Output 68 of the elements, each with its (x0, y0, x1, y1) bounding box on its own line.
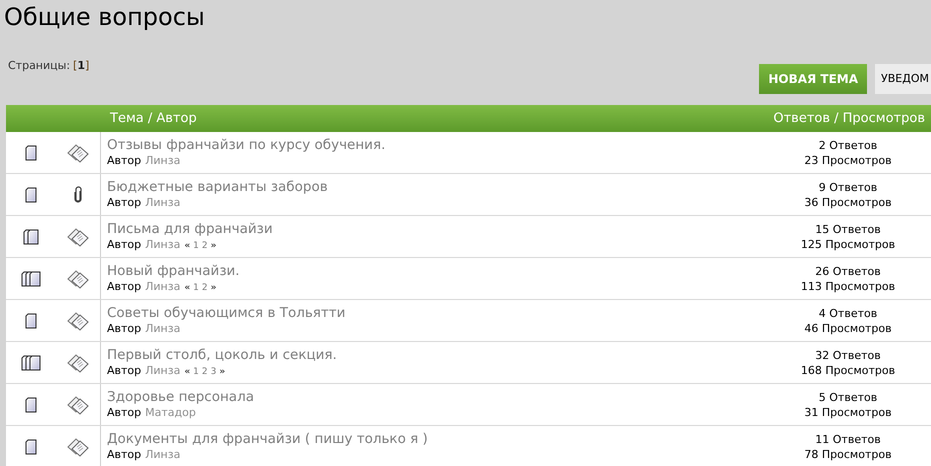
view-count: 113 Просмотров (800, 278, 896, 294)
view-count: 125 Просмотров (800, 236, 896, 252)
page-link[interactable]: 1 (193, 364, 199, 378)
topic-link[interactable]: Письма для франчайзи (107, 220, 273, 238)
page-link[interactable]: 2 (202, 280, 208, 294)
reply-count: 32 Ответов (815, 348, 881, 362)
reply-count: 2 Ответов (818, 138, 878, 152)
document-icon (21, 354, 41, 370)
author-label: Автор (107, 448, 142, 462)
reply-count: 26 Ответов (815, 264, 881, 278)
page-link[interactable]: » (210, 238, 216, 252)
topic-link[interactable]: Новый франчайзи. (107, 262, 240, 280)
document-icon (23, 228, 39, 244)
document-icon (25, 312, 37, 328)
page-link[interactable]: » (210, 280, 216, 294)
page-link[interactable]: [1] (73, 58, 90, 74)
author-link[interactable]: Линза (145, 364, 180, 378)
author-link[interactable]: Линза (145, 238, 180, 252)
author-label: Автор (107, 280, 142, 294)
document-icon (21, 270, 41, 286)
author-link[interactable]: Линза (145, 280, 180, 294)
author-link[interactable]: Линза (145, 154, 180, 168)
document-icon (25, 438, 37, 454)
author-label: Автор (107, 364, 142, 378)
author-link[interactable]: Линза (145, 448, 180, 462)
page-link[interactable]: « (184, 280, 190, 294)
view-count: 46 Просмотров (804, 320, 892, 336)
author-link[interactable]: Линза (145, 322, 180, 336)
document-icon (25, 186, 37, 202)
document-icon (25, 396, 37, 412)
page-link[interactable]: 2 (202, 238, 208, 252)
page-link[interactable]: » (219, 364, 226, 378)
author-label: Автор (107, 406, 142, 420)
view-count: 23 Просмотров (804, 152, 892, 168)
topic-link[interactable]: Советы обучающимся в Тольятти (107, 305, 346, 322)
view-count: 78 Просмотров (804, 446, 892, 462)
reply-count: 11 Ответов (815, 432, 881, 446)
author-label: Автор (107, 154, 142, 168)
topic-link[interactable]: Бюджетные варианты заборов (107, 179, 328, 196)
reply-count: 4 Ответов (818, 306, 878, 320)
author-label: Автор (107, 196, 142, 210)
author-link[interactable]: Матадор (145, 406, 196, 420)
page-link[interactable]: 1 (193, 238, 199, 252)
reply-count: 5 Ответов (818, 390, 878, 404)
reply-count: 9 Ответов (818, 180, 878, 194)
page-link[interactable]: 1 (193, 280, 199, 294)
column-header: Ответов / Просмотров (772, 110, 926, 128)
pages-label: Страницы: (8, 58, 70, 74)
subscribe-button[interactable]: УВЕДОМ (875, 64, 931, 94)
view-count: 31 Просмотров (804, 404, 892, 420)
page-link[interactable]: « (184, 364, 190, 378)
topic-link[interactable]: Здоровье персонала (107, 389, 254, 406)
topic-link[interactable]: Отзывы франчайзи по курсу обучения. (107, 137, 386, 154)
document-icon (25, 144, 37, 160)
topic-link[interactable]: Первый столб, цоколь и секция. (107, 346, 337, 364)
page-link[interactable]: 3 (210, 364, 216, 378)
page-title: Общие вопросы (3, 2, 205, 32)
page-link[interactable]: 2 (202, 364, 208, 378)
topic-link[interactable]: Документы для франчайзи ( пишу только я ) (107, 431, 428, 448)
view-count: 168 Просмотров (800, 362, 896, 378)
author-link[interactable]: Линза (145, 196, 180, 210)
reply-count: 15 Ответов (815, 222, 881, 236)
page-link[interactable]: « (184, 238, 190, 252)
author-label: Автор (107, 322, 142, 336)
column-header: Тема / Автор (109, 110, 198, 128)
new-topic-button[interactable]: НОВАЯ ТЕМА (759, 64, 868, 94)
view-count: 36 Просмотров (804, 194, 892, 210)
author-label: Автор (107, 238, 142, 252)
